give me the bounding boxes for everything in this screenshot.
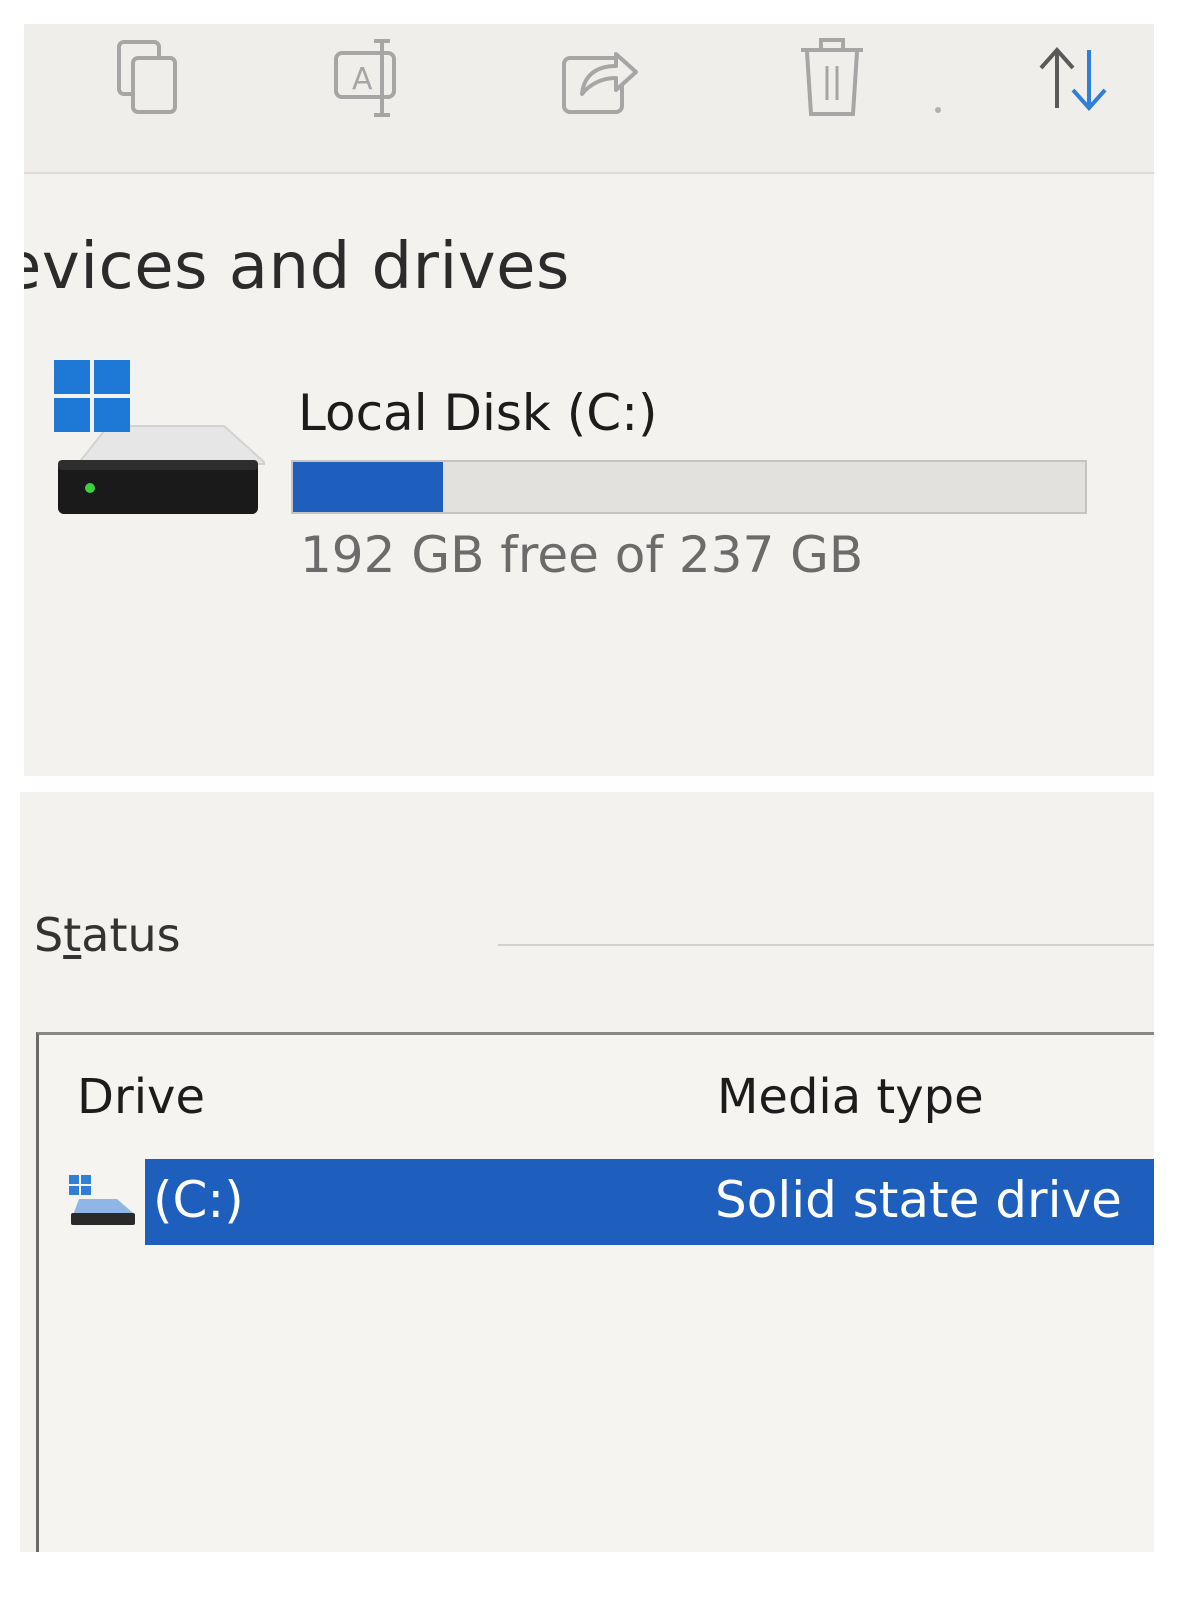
- file-explorer-panel: A evices and drives Local Disk (C:) 192 …: [24, 24, 1154, 776]
- drive-tile-c[interactable]: Local Disk (C:) 192 GB free of 237 GB: [48, 354, 1128, 594]
- drive-free-space: 192 GB free of 237 GB: [300, 526, 864, 584]
- sort-icon[interactable]: [1024, 30, 1120, 126]
- status-divider: [498, 944, 1154, 946]
- status-label: Status: [34, 908, 181, 962]
- optimize-drives-panel: Status Drive Media type (C:) Solid state…: [20, 792, 1154, 1552]
- share-icon[interactable]: [552, 30, 648, 126]
- table-row[interactable]: (C:) Solid state drive: [39, 1159, 1154, 1249]
- drive-list[interactable]: Drive Media type (C:) Solid state drive: [36, 1032, 1154, 1552]
- column-header-drive[interactable]: Drive: [77, 1069, 205, 1125]
- capacity-used-fill: [293, 462, 444, 512]
- windows-drive-icon: [54, 360, 265, 514]
- drive-name: Local Disk (C:): [298, 384, 658, 442]
- copy-icon[interactable]: [100, 30, 196, 126]
- rename-icon[interactable]: A: [322, 30, 418, 126]
- more-icon[interactable]: [908, 30, 968, 126]
- row-media-type: Solid state drive: [715, 1171, 1122, 1229]
- column-header-media-type[interactable]: Media type: [717, 1069, 984, 1125]
- drive-icon: [69, 1175, 135, 1225]
- row-drive-letter: (C:): [153, 1171, 244, 1229]
- svg-text:A: A: [352, 62, 373, 97]
- devices-and-drives-heading: evices and drives: [24, 230, 570, 304]
- capacity-bar: [291, 460, 1087, 514]
- delete-icon[interactable]: [784, 30, 880, 126]
- command-bar: A: [24, 24, 1154, 174]
